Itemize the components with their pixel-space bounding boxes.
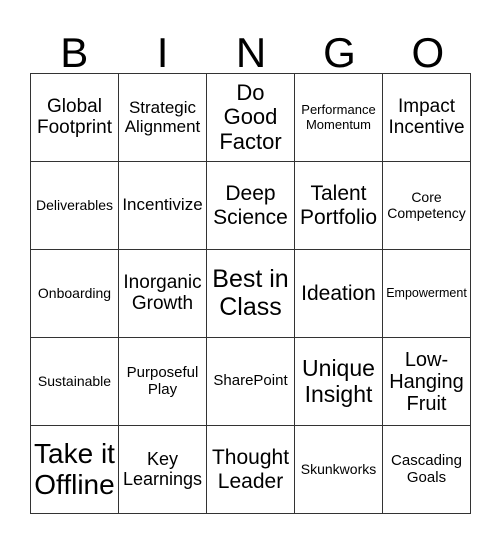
bingo-cell[interactable]: Global Footprint <box>31 74 119 162</box>
bingo-cell[interactable]: Thought Leader <box>207 426 295 514</box>
bingo-cell[interactable]: Impact Incentive <box>383 74 471 162</box>
bingo-cell[interactable]: Onboarding <box>31 250 119 338</box>
bingo-header: B I N G O <box>30 0 472 76</box>
bingo-cell[interactable]: Performance Momentum <box>295 74 383 162</box>
header-letter-o: O <box>411 29 445 76</box>
bingo-grid: Global Footprint Strategic Alignment Do … <box>30 73 471 514</box>
bingo-cell[interactable]: Skunkworks <box>295 426 383 514</box>
bingo-cell[interactable]: SharePoint <box>207 338 295 426</box>
header-letter-n: N <box>235 29 267 76</box>
bingo-cell[interactable]: Incentivize <box>119 162 207 250</box>
bingo-cell[interactable]: Ideation <box>295 250 383 338</box>
bingo-cell[interactable]: Talent Portfolio <box>295 162 383 250</box>
bingo-cell[interactable]: Purposeful Play <box>119 338 207 426</box>
bingo-cell[interactable]: Inorganic Growth <box>119 250 207 338</box>
bingo-cell[interactable]: Sustainable <box>31 338 119 426</box>
header-letter-i: I <box>156 29 169 76</box>
header-letter-b: B <box>60 29 89 76</box>
bingo-cell[interactable]: Deliverables <box>31 162 119 250</box>
bingo-cell[interactable]: Do Good Factor <box>207 74 295 162</box>
bingo-cell[interactable]: Strategic Alignment <box>119 74 207 162</box>
bingo-cell[interactable]: Cascading Goals <box>383 426 471 514</box>
bingo-cell[interactable]: Core Competency <box>383 162 471 250</box>
bingo-cell[interactable]: Key Learnings <box>119 426 207 514</box>
bingo-cell[interactable]: Low- Hanging Fruit <box>383 338 471 426</box>
bingo-cell[interactable]: Unique Insight <box>295 338 383 426</box>
bingo-cell[interactable]: Take it Offline <box>31 426 119 514</box>
bingo-cell[interactable]: Empowerment <box>383 250 471 338</box>
header-letter-g: G <box>323 29 356 76</box>
bingo-cell[interactable]: Best in Class <box>207 250 295 338</box>
bingo-cell[interactable]: Deep Science <box>207 162 295 250</box>
